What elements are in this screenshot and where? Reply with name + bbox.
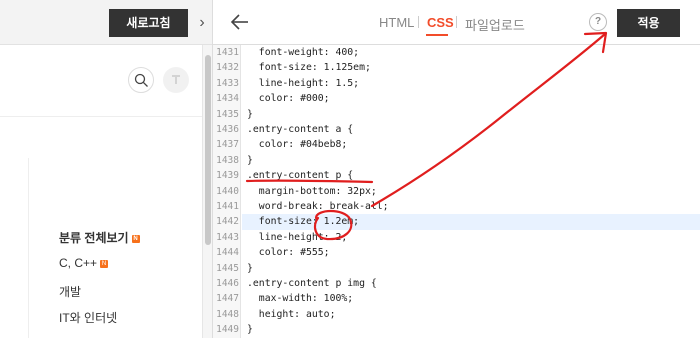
line-number: 1440 [216, 185, 239, 197]
editor-header: HTML CSS 파일업로드 ? 적용 [213, 0, 700, 45]
code-line[interactable]: margin-bottom: 32px; [247, 184, 377, 199]
code-line[interactable]: font-size: 1.125em; [247, 60, 371, 75]
line-number: 1432 [216, 62, 239, 74]
category-dev[interactable]: 개발 [59, 283, 81, 300]
code-line[interactable]: font-weight: 400; [247, 45, 359, 60]
back-arrow-icon[interactable] [230, 10, 250, 34]
code-line[interactable]: } [247, 107, 253, 122]
category-label: IT와 인터넷 [59, 311, 118, 325]
collapse-chevron-icon[interactable]: › [195, 9, 209, 37]
line-number: 1442 [216, 216, 239, 228]
code-line[interactable]: line-height: 2; [247, 230, 348, 245]
line-number: 1445 [216, 262, 239, 274]
line-number: 1437 [216, 139, 239, 151]
code-line[interactable]: } [247, 261, 253, 276]
tab-css[interactable]: CSS [427, 15, 454, 30]
help-icon[interactable]: ? [589, 13, 607, 31]
code-line[interactable]: color: #000; [247, 91, 330, 106]
category-label: 개발 [59, 285, 82, 299]
code-line[interactable]: } [247, 153, 253, 168]
line-number-gutter: 1431 1432 1433 1434 1435 1436 1437 1438 1439 1440… [213, 45, 241, 338]
code-line[interactable]: max-width: 100%; [247, 291, 353, 306]
code-line[interactable]: } [247, 322, 253, 337]
line-number: 1435 [216, 108, 239, 120]
code-line[interactable]: .entry-content p img { [247, 276, 377, 291]
blog-sidebar-preview: 새로고침 › 분류 전체보기 N C, C++ N 개발 IT와 인터넷 [0, 0, 212, 338]
divider [0, 116, 203, 117]
left-toolbar: 새로고침 › [0, 0, 212, 45]
line-number: 1444 [216, 247, 239, 259]
tab-separator [456, 16, 457, 28]
line-number: 1448 [216, 308, 239, 320]
apply-button[interactable]: 적용 [617, 9, 680, 37]
tab-html[interactable]: HTML [379, 15, 414, 30]
tab-file-upload[interactable]: 파일업로드 [465, 15, 525, 34]
code-line[interactable]: color: #04beb8; [247, 137, 348, 152]
scrollbar-thumb[interactable] [205, 55, 211, 245]
scroll-top-icon[interactable] [163, 67, 189, 93]
code-line[interactable]: line-height: 1.5; [247, 76, 359, 91]
search-icon[interactable] [128, 67, 154, 93]
category-label: 분류 전체보기 [59, 231, 129, 245]
line-number: 1434 [216, 93, 239, 105]
line-number: 1441 [216, 201, 239, 212]
line-number: 1436 [216, 124, 239, 135]
active-tab-indicator [426, 34, 448, 36]
new-badge: N [131, 234, 140, 243]
refresh-button[interactable]: 새로고침 [109, 9, 188, 37]
category-it-internet[interactable]: IT와 인터넷 [59, 309, 117, 326]
code-line[interactable]: .entry-content p { [247, 168, 353, 183]
css-editor-panel: HTML CSS 파일업로드 ? 적용 1431 1432 1433 1434 1435… [212, 0, 700, 338]
line-number: 1446 [216, 278, 239, 289]
line-number: 1447 [216, 293, 239, 305]
line-number: 1439 [216, 170, 239, 182]
code-line[interactable]: height: auto; [247, 307, 336, 322]
new-badge: N [100, 259, 109, 268]
code-line[interactable]: word-break: break-all; [247, 199, 389, 214]
line-number: 1443 [216, 231, 239, 243]
category-label: C, C++ [59, 256, 98, 270]
code-line[interactable]: font-size: 1.2em; [247, 214, 359, 229]
category-c-cpp[interactable]: C, C++ N [59, 256, 109, 270]
category-all[interactable]: 분류 전체보기 N [59, 229, 140, 246]
line-number: 1449 [216, 324, 239, 336]
line-number: 1431 [216, 47, 239, 58]
line-number: 1433 [216, 77, 239, 89]
code-editor[interactable]: 1431 1432 1433 1434 1435 1436 1437 1438 1439 1440… [213, 45, 700, 338]
code-line[interactable]: color: #555; [247, 245, 330, 260]
tab-separator [418, 16, 419, 28]
code-line[interactable]: .entry-content a { [247, 122, 353, 137]
line-number: 1438 [216, 154, 239, 166]
left-scrollbar[interactable] [202, 45, 212, 338]
divider [28, 158, 29, 338]
